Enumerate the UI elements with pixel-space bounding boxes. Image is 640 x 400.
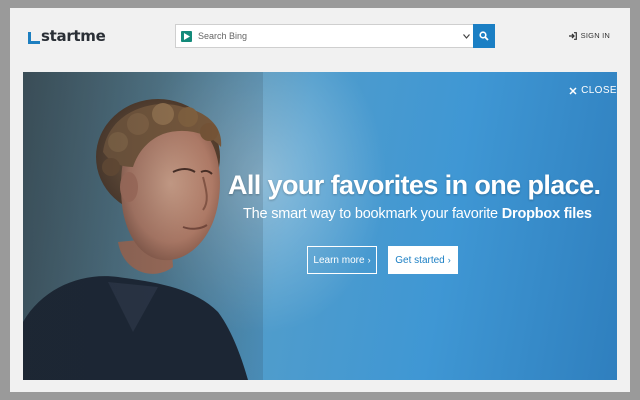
startme-logo-icon <box>28 32 40 44</box>
sign-in-label: SIGN IN <box>580 31 610 40</box>
hero-headline: All your favorites in one place. <box>228 170 601 200</box>
search-box[interactable] <box>175 24 473 48</box>
search-icon <box>479 31 489 41</box>
sign-in-link[interactable]: SIGN IN <box>568 31 610 40</box>
get-started-label: Get started <box>395 254 445 266</box>
hero-banner: CLOSE All your favorites in one place. T… <box>23 72 617 380</box>
close-icon <box>569 86 577 95</box>
chevron-right-icon: › <box>367 255 371 265</box>
startme-logo[interactable]: startme <box>28 26 106 46</box>
close-button[interactable]: CLOSE <box>569 85 617 96</box>
hero-subline: The smart way to bookmark your favorite … <box>243 206 613 222</box>
chevron-down-icon[interactable] <box>459 33 473 39</box>
logo-text: startme <box>41 27 106 45</box>
learn-more-button[interactable]: Learn more › <box>307 246 377 274</box>
top-bar: startme Search Bing SIGN IN <box>10 8 630 72</box>
learn-more-label: Learn more <box>313 254 365 266</box>
get-started-button[interactable]: Get started › <box>388 246 458 274</box>
search-bar <box>175 24 495 48</box>
hero-subline-text: The smart way to bookmark your favorite <box>243 206 502 222</box>
search-input[interactable] <box>198 31 459 41</box>
search-button[interactable] <box>473 24 495 48</box>
hero-shade <box>23 72 617 380</box>
bing-play-icon[interactable] <box>181 30 192 42</box>
hero-subline-bold: Dropbox files <box>501 206 592 222</box>
chevron-right-icon: › <box>447 255 451 265</box>
close-label: CLOSE <box>581 85 617 96</box>
sign-in-icon <box>568 31 577 40</box>
page-frame: startme Search Bing SIGN IN CLOSE All yo… <box>10 8 630 392</box>
